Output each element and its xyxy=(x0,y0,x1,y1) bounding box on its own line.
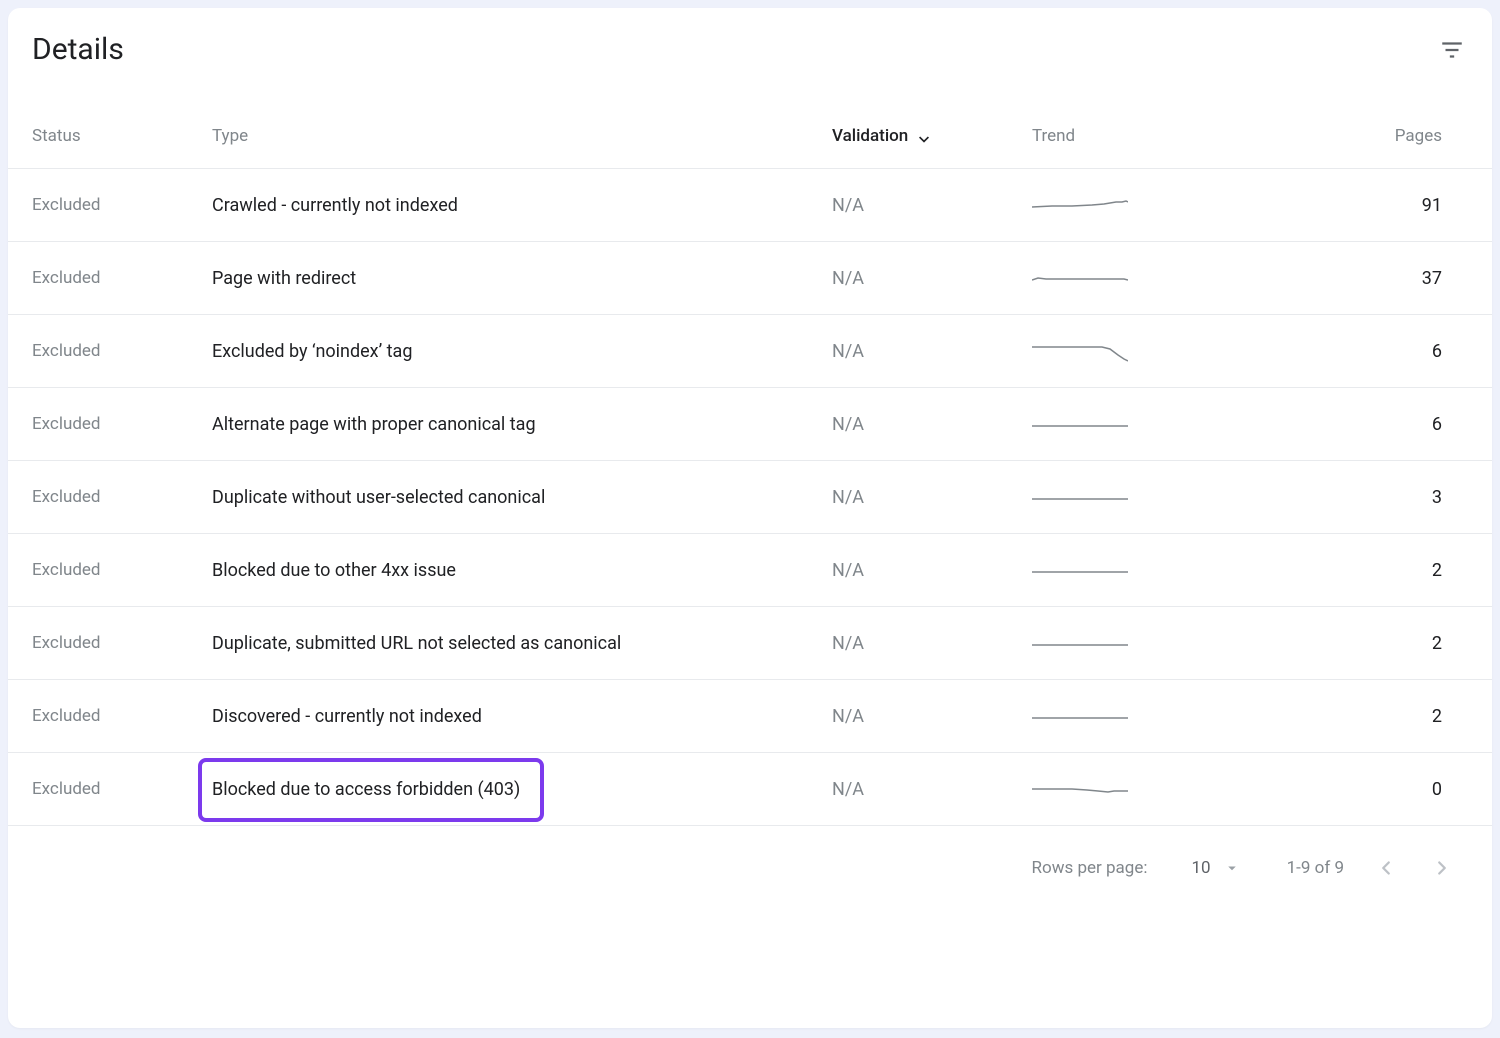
pagination: Rows per page: 10 1-9 of 9 xyxy=(8,826,1492,910)
page-range: 1-9 of 9 xyxy=(1287,858,1344,878)
cell-trend xyxy=(1032,335,1232,367)
cell-type: Discovered - currently not indexed xyxy=(212,706,832,727)
cell-status: Excluded xyxy=(32,414,212,434)
cell-validation: N/A xyxy=(832,341,1032,362)
table-row[interactable]: ExcludedBlocked due to other 4xx issueN/… xyxy=(8,534,1492,607)
cell-validation: N/A xyxy=(832,487,1032,508)
cell-trend xyxy=(1032,627,1232,659)
cell-type: Page with redirect xyxy=(212,268,832,289)
cell-pages: 0 xyxy=(1232,779,1442,800)
cell-type: Excluded by ‘noindex’ tag xyxy=(212,341,832,362)
cell-status: Excluded xyxy=(32,341,212,361)
sparkline-icon xyxy=(1032,554,1128,582)
card-header: Details xyxy=(8,8,1492,103)
cell-type: Crawled - currently not indexed xyxy=(212,195,832,216)
cell-type: Alternate page with proper canonical tag xyxy=(212,414,832,435)
table-row[interactable]: ExcludedBlocked due to access forbidden … xyxy=(8,753,1492,826)
cell-trend xyxy=(1032,554,1232,586)
cell-status: Excluded xyxy=(32,706,212,726)
cell-status: Excluded xyxy=(32,560,212,580)
details-card: Details Status Type Validation Trend Pag… xyxy=(8,8,1492,1028)
cell-pages: 37 xyxy=(1232,268,1442,289)
cell-validation: N/A xyxy=(832,268,1032,289)
rows-per-page-select[interactable]: 10 xyxy=(1191,858,1240,878)
table-row[interactable]: ExcludedPage with redirectN/A 37 xyxy=(8,242,1492,315)
table-row[interactable]: ExcludedAlternate page with proper canon… xyxy=(8,388,1492,461)
cell-trend xyxy=(1032,408,1232,440)
cell-trend xyxy=(1032,481,1232,513)
table-row[interactable]: ExcludedDiscovered - currently not index… xyxy=(8,680,1492,753)
rows-per-page-value: 10 xyxy=(1191,858,1210,878)
rows-per-page-label: Rows per page: xyxy=(1032,858,1148,878)
cell-type: Duplicate without user-selected canonica… xyxy=(212,487,832,508)
cell-trend xyxy=(1032,773,1232,805)
cell-pages: 91 xyxy=(1232,195,1442,216)
table-body: ExcludedCrawled - currently not indexedN… xyxy=(8,169,1492,826)
cell-status: Excluded xyxy=(32,195,212,215)
cell-status: Excluded xyxy=(32,779,212,799)
prev-page-button[interactable] xyxy=(1372,854,1400,882)
cell-pages: 3 xyxy=(1232,487,1442,508)
col-trend: Trend xyxy=(1032,126,1232,146)
sparkline-icon xyxy=(1032,335,1128,363)
cell-pages: 6 xyxy=(1232,414,1442,435)
col-status[interactable]: Status xyxy=(32,126,212,146)
sparkline-icon xyxy=(1032,627,1128,655)
cell-validation: N/A xyxy=(832,560,1032,581)
cell-validation: N/A xyxy=(832,195,1032,216)
sparkline-icon xyxy=(1032,189,1128,217)
cell-trend xyxy=(1032,262,1232,294)
table-header: Status Type Validation Trend Pages xyxy=(8,103,1492,169)
col-type[interactable]: Type xyxy=(212,126,832,146)
sparkline-icon xyxy=(1032,481,1128,509)
next-page-button[interactable] xyxy=(1428,854,1456,882)
col-validation[interactable]: Validation xyxy=(832,126,1032,146)
col-pages[interactable]: Pages xyxy=(1232,126,1442,146)
table-row[interactable]: ExcludedCrawled - currently not indexedN… xyxy=(8,169,1492,242)
cell-pages: 2 xyxy=(1232,706,1442,727)
dropdown-icon xyxy=(1223,859,1241,877)
cell-trend xyxy=(1032,189,1232,221)
cell-status: Excluded xyxy=(32,633,212,653)
cell-status: Excluded xyxy=(32,487,212,507)
page-title: Details xyxy=(32,32,124,67)
cell-validation: N/A xyxy=(832,414,1032,435)
filter-button[interactable] xyxy=(1436,34,1468,66)
cell-type: Duplicate, submitted URL not selected as… xyxy=(212,633,832,654)
cell-type: Blocked due to other 4xx issue xyxy=(212,560,832,581)
sparkline-icon xyxy=(1032,700,1128,728)
cell-validation: N/A xyxy=(832,633,1032,654)
cell-status: Excluded xyxy=(32,268,212,288)
arrow-down-icon xyxy=(914,126,934,146)
cell-type: Blocked due to access forbidden (403) xyxy=(212,779,832,800)
table-row[interactable]: ExcludedDuplicate, submitted URL not sel… xyxy=(8,607,1492,680)
sparkline-icon xyxy=(1032,408,1128,436)
sparkline-icon xyxy=(1032,773,1128,801)
table-row[interactable]: ExcludedDuplicate without user-selected … xyxy=(8,461,1492,534)
cell-pages: 2 xyxy=(1232,633,1442,654)
cell-trend xyxy=(1032,700,1232,732)
filter-icon xyxy=(1439,37,1465,63)
sparkline-icon xyxy=(1032,262,1128,290)
cell-pages: 6 xyxy=(1232,341,1442,362)
cell-pages: 2 xyxy=(1232,560,1442,581)
chevron-right-icon xyxy=(1431,857,1453,879)
table-row[interactable]: ExcludedExcluded by ‘noindex’ tagN/A 6 xyxy=(8,315,1492,388)
chevron-left-icon xyxy=(1375,857,1397,879)
cell-validation: N/A xyxy=(832,706,1032,727)
cell-validation: N/A xyxy=(832,779,1032,800)
col-validation-label: Validation xyxy=(832,126,908,146)
